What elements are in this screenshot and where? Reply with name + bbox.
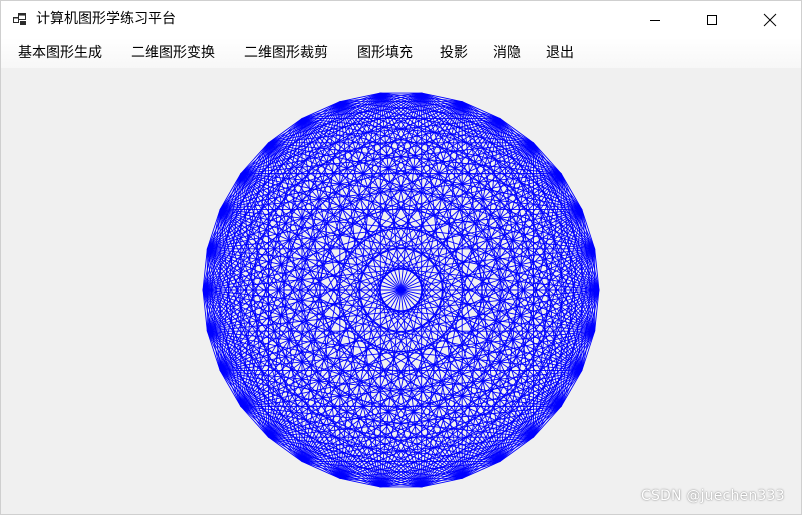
drawing-canvas[interactable]: CSDN @juechen333 [1, 68, 801, 514]
menu-fill[interactable]: 图形填充 [357, 38, 413, 68]
minimize-button[interactable] [632, 1, 678, 38]
close-button[interactable] [747, 1, 793, 38]
watermark: CSDN @juechen333 [641, 488, 785, 504]
pattern-lines [202, 92, 600, 488]
menu-2d-clipping[interactable]: 二维图形裁剪 [244, 38, 328, 68]
title-bar[interactable]: 计算机图形学练习平台 [1, 1, 801, 38]
menu-basic-shapes[interactable]: 基本图形生成 [18, 38, 102, 68]
menu-exit[interactable]: 退出 [546, 38, 574, 68]
menu-hidden-surface[interactable]: 消隐 [493, 38, 521, 68]
diamond-pattern [202, 92, 600, 488]
maximize-button[interactable] [689, 1, 735, 38]
app-window: 计算机图形学练习平台 基本图形生成 二维图形变换 二维图形裁剪 图形填充 投影 … [0, 0, 802, 515]
close-icon [763, 13, 777, 26]
menu-bar: 基本图形生成 二维图形变换 二维图形裁剪 图形填充 投影 消隐 退出 [1, 38, 801, 68]
window-title: 计算机图形学练习平台 [36, 11, 176, 27]
menu-projection[interactable]: 投影 [440, 38, 468, 68]
maximize-icon [707, 14, 717, 25]
minimize-icon [650, 19, 660, 21]
app-window-icon [13, 13, 26, 25]
menu-2d-transform[interactable]: 二维图形变换 [131, 38, 215, 68]
